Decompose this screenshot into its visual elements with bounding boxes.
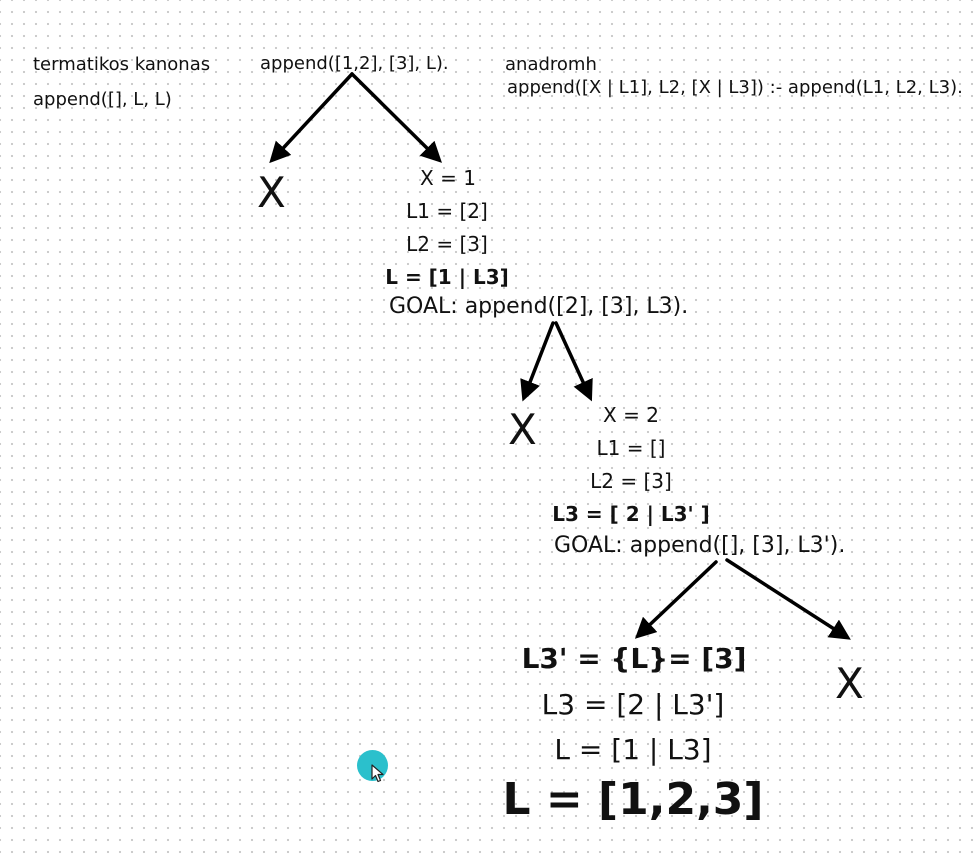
tree-arrows: [269, 72, 851, 640]
binding-x-level1: X = 1: [420, 166, 476, 190]
final-answer: L = [1,2,3]: [502, 774, 764, 825]
back-substitution-l: L = [1 | L3]: [554, 733, 712, 766]
fail-mark-level3: X: [835, 659, 864, 708]
arrow-goal2-left: [634, 560, 718, 639]
arrow-goal2-right: [725, 558, 851, 640]
base-case-binding: L3' = {L}= [3]: [521, 642, 747, 675]
binding-l1-level1: L1 = [2]: [406, 199, 488, 223]
goal-level1: GOAL: append([2], [3], L3).: [389, 294, 689, 319]
fail-mark-level1: X: [257, 168, 286, 217]
arrow-goal1-left: [520, 321, 555, 402]
binding-l1-level2: L1 = []: [596, 436, 666, 460]
fail-mark-level2: X: [508, 405, 537, 454]
binding-l2-level2: L2 = [3]: [590, 469, 672, 493]
binding-l2-level1: L2 = [3]: [406, 232, 488, 256]
arrow-goal1-right: [554, 321, 593, 402]
mouse-pointer-icon: [371, 764, 384, 783]
binding-x-level2: X = 2: [603, 403, 659, 427]
goal-level2: GOAL: append([], [3], L3').: [554, 533, 846, 558]
back-substitution-l3: L3 = [2 | L3']: [541, 688, 725, 721]
result-binding-level2: L3 = [ 2 | L3' ]: [552, 502, 710, 526]
arrow-root-right: [350, 72, 442, 163]
result-binding-level1: L = [1 | L3]: [385, 265, 509, 289]
cursor-highlight: [357, 750, 388, 783]
arrow-root-left: [269, 72, 354, 164]
